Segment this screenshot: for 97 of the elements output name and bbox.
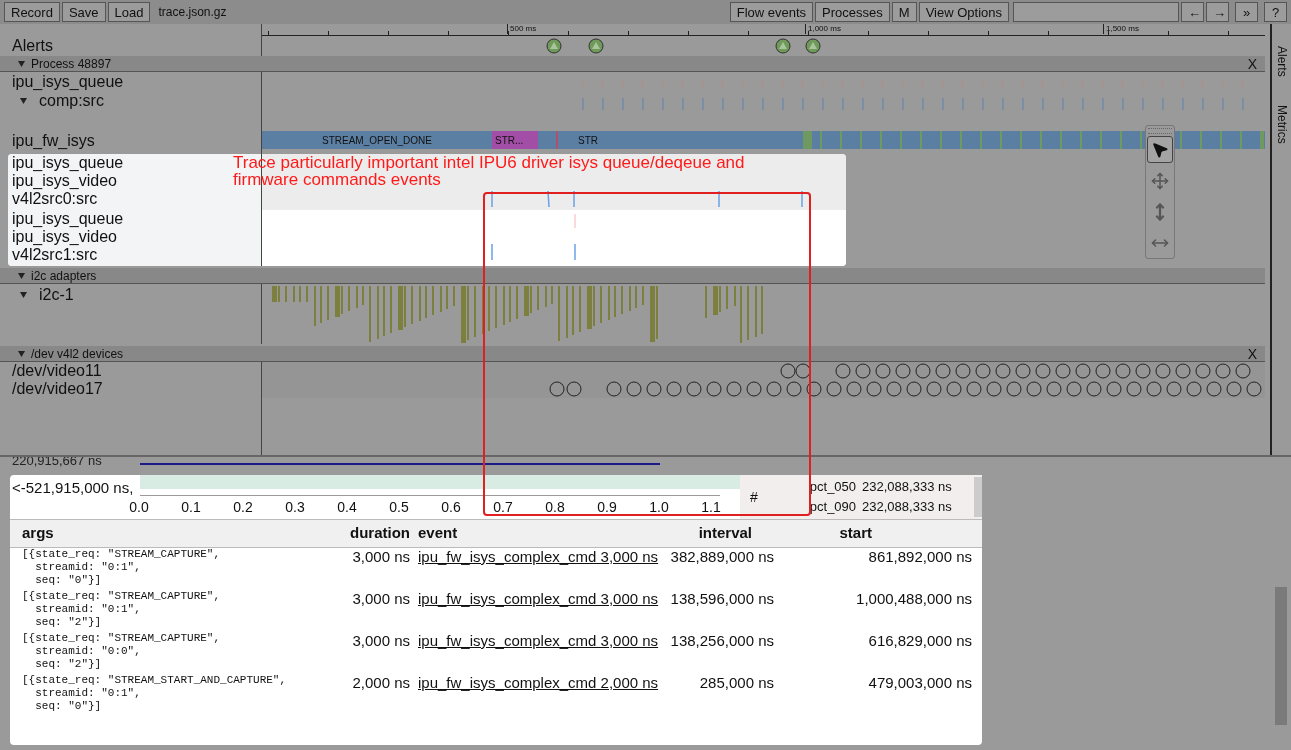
track-label: ipu_isys_video: [12, 228, 117, 246]
pointer-icon: [1151, 140, 1169, 159]
axis-label: 0.1: [180, 498, 202, 517]
axis-label: 0.4: [336, 498, 358, 517]
warning-icon[interactable]: [546, 38, 562, 54]
stat-name: pct_050: [809, 478, 857, 496]
histogram-label: <-521,915,000 ns,: [12, 478, 134, 498]
toolbar-button[interactable]: Processes: [815, 2, 890, 22]
scrollbar[interactable]: [974, 477, 982, 517]
track-label: v4l2src1:src: [12, 246, 98, 264]
track-label: i2c-1: [39, 285, 74, 305]
start-cell-text: 616,829,000 ns: [867, 631, 973, 651]
file-name: trace.json.gz: [158, 4, 227, 21]
duration-cell-text: 2,000 ns: [351, 673, 410, 693]
toolbar-button[interactable]: Flow events: [729, 2, 814, 22]
axis-label: 0.5: [388, 498, 410, 517]
track-label: v4l2src0:src: [12, 190, 98, 208]
interval-cell: 382,889,000 ns: [666, 547, 782, 590]
toolbar-button[interactable]: Save: [61, 2, 106, 22]
args-cell-text: [{state_req: "STREAM_CAPTURE", streamid: "0:0", seq: "2"}]: [22, 631, 222, 671]
start-cell: 861,892,000 ns: [782, 547, 982, 590]
ruler-label: 1,000 ms: [805, 24, 841, 34]
group-title: /dev v4l2 devices: [31, 345, 124, 363]
warning-icon[interactable]: [805, 38, 821, 54]
group-header[interactable]: i2c adapters: [0, 268, 1265, 284]
track-label: Alerts: [12, 36, 53, 56]
event-link[interactable]: ipu_fw_isys_complex_cmd 2,000 ns: [418, 673, 659, 691]
track-label: ipu_isys_queue: [12, 73, 124, 91]
drag-grip[interactable]: [1148, 128, 1172, 134]
toolbar-button[interactable]: View Options: [918, 2, 1009, 22]
mode-button[interactable]: [1147, 136, 1173, 163]
args-cell-text: [{state_req: "STREAM_START_AND_CAPTURE", streamid: "0:1", seq: "0"}]: [22, 673, 288, 713]
stat-value: 232,088,333 ns: [862, 498, 952, 516]
axis-label: 1.1: [700, 498, 722, 517]
stat-value: 232,088,333 ns: [862, 478, 952, 496]
group-header[interactable]: /dev v4l2 devices X: [0, 346, 1265, 362]
track-label: comp:src: [39, 91, 104, 111]
ruler-label: 1,500 ms: [1103, 24, 1139, 34]
axis-label: 0.0: [128, 498, 150, 517]
toolbar-button[interactable]: Load: [107, 2, 151, 22]
caret-icon[interactable]: [18, 272, 25, 279]
caret-icon[interactable]: [18, 350, 25, 357]
column-header[interactable]: args: [10, 519, 330, 547]
close-button[interactable]: X: [1247, 56, 1257, 71]
track-label: /dev/video17: [12, 380, 103, 398]
axis-label: 0.3: [284, 498, 306, 517]
args-cell-text: [{state_req: "STREAM_CAPTURE", streamid: "0:1", seq: "0"}]: [22, 547, 222, 587]
event-link[interactable]: ipu_fw_isys_complex_cmd 3,000 ns: [418, 631, 659, 649]
nav-button[interactable]: ←: [1181, 2, 1204, 22]
warning-icon[interactable]: [775, 38, 791, 54]
caret-icon[interactable]: [20, 98, 27, 104]
args-cell-text: [{state_req: "STREAM_CAPTURE", streamid: "0:1", seq: "2"}]: [22, 589, 222, 629]
column-header[interactable]: interval: [666, 519, 782, 547]
move-icon: [1151, 171, 1169, 190]
column-header[interactable]: start: [782, 519, 982, 547]
column-header[interactable]: duration: [330, 519, 410, 547]
duration-cell-text: 3,000 ns: [351, 631, 410, 651]
track-label: /dev/video11: [12, 362, 102, 380]
track-label: ipu_isys_video: [12, 172, 117, 190]
count-header: #: [750, 487, 758, 507]
group-header[interactable]: Process 48897 X: [0, 56, 1265, 72]
axis-label: 0.6: [440, 498, 462, 517]
start-cell-text: 1,000,488,000 ns: [855, 589, 973, 609]
more-button[interactable]: »: [1235, 2, 1258, 22]
trace-slice[interactable]: STR...: [492, 131, 538, 149]
warning-icon[interactable]: [588, 38, 604, 54]
axis-label: 1.0: [648, 498, 670, 517]
help-button[interactable]: ?: [1264, 2, 1287, 22]
search-field[interactable]: [1013, 2, 1179, 22]
scrollbar[interactable]: [1275, 587, 1287, 725]
axis-label: 0.9: [596, 498, 618, 517]
event-link[interactable]: ipu_fw_isys_complex_cmd 3,000 ns: [418, 547, 659, 565]
toolbar-button[interactable]: M: [891, 2, 917, 22]
column-header[interactable]: event: [410, 519, 667, 547]
interval-cell-text: 138,256,000 ns: [669, 631, 775, 651]
axis-label: 0.2: [232, 498, 254, 517]
axis-label: 0.7: [492, 498, 514, 517]
caret-icon[interactable]: [20, 292, 27, 298]
interval-cell-text: 285,000 ns: [698, 673, 775, 693]
start-cell-text: 479,003,000 ns: [867, 673, 973, 693]
group-title: Process 48897: [31, 55, 112, 73]
nav-button[interactable]: →: [1206, 2, 1229, 22]
side-tab[interactable]: Alerts: [1272, 46, 1291, 77]
interval-cell-text: 138,596,000 ns: [669, 589, 775, 609]
track-label: ipu_isys_queue: [12, 210, 124, 228]
side-tab[interactable]: Metrics: [1272, 104, 1291, 144]
duration-cell: 3,000 ns: [330, 547, 410, 590]
track-label: ipu_fw_isys: [12, 131, 95, 151]
event-link[interactable]: ipu_fw_isys_complex_cmd 3,000 ns: [418, 589, 659, 607]
group-title: i2c adapters: [31, 267, 97, 285]
toolbar-button[interactable]: Record: [4, 2, 60, 22]
duration-cell-text: 3,000 ns: [351, 589, 410, 609]
caret-icon[interactable]: [18, 60, 25, 67]
track-label: ipu_isys_queue: [12, 154, 124, 172]
close-button[interactable]: X: [1247, 346, 1257, 361]
ruler-label: 500 ms: [507, 24, 537, 34]
axis-label: 0.8: [544, 498, 566, 517]
